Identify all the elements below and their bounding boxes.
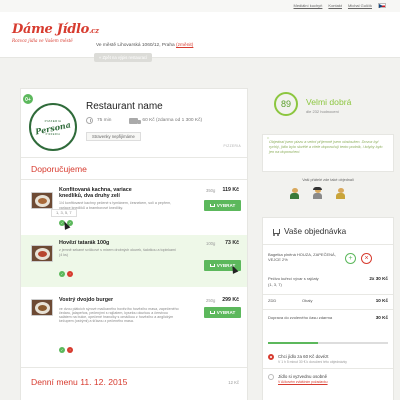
review-quote: “ Objednal jsem pizzu a velmi příjemně j… [262,134,394,172]
order-row: ZDD Obaly 10 Kč [268,298,388,303]
delivery-progress-bar [268,342,388,344]
cart-icon [209,264,215,268]
friends-label: Vaši přátelé zde také objednali [302,178,354,182]
pizzeria-label: PIZZERIA [223,144,241,148]
pickup-option-label[interactable]: Jídlo si vyzvednu osobně [278,374,327,379]
divider [263,294,393,295]
item-description: 1/4 konfitované kachny pečené s tymiánem… [59,201,172,210]
spicy-icon[interactable]: ! [67,271,73,277]
review-text: Objednal jsem pizzu a velmi příjemně jse… [269,140,383,154]
add-to-cart-button[interactable]: VYBRAT [204,307,241,318]
item-description: ve dvou plátcích sýrové mačkaného hovězí… [59,307,179,323]
divider [263,244,393,245]
rating-count[interactable]: dle 232 hodnocení [306,109,339,114]
daily-menu-title: Denní menu 11. 12. 2015 [31,377,128,387]
divider [21,157,247,158]
allergen-icons: ✓ ! [59,347,73,353]
item-weight: 250g [206,298,216,303]
avatar[interactable] [313,187,322,199]
add-to-cart-button[interactable]: VYBRAT [204,200,241,211]
delivery-progress-fill [268,342,319,344]
delivery-radio[interactable] [268,354,274,360]
item-name: Hovězí tatarák 100g [59,240,110,246]
cart-icon [273,229,280,236]
delivery-option-label[interactable]: Chci jídlo za 60 Kč dovézt [278,354,329,359]
top-link-contact[interactable]: Kontakt [328,3,342,8]
order-row: Doprava do zvoleného času zdarma [268,315,333,320]
top-link-media[interactable]: Mediální kuchyň [294,3,323,8]
item-price: 119 Kč [222,187,239,193]
cart-icon [209,311,215,315]
rating-score: 89 [274,92,298,116]
food-image[interactable] [31,192,53,209]
logo-tagline: Rozvoz jídla ve Vašem městě [12,38,73,43]
rating-label: Velmi dobrá [306,97,352,107]
logo-wordmark: Dáme Jídlo.cz [12,22,99,37]
avatar[interactable] [290,188,299,199]
order-title: Vaše objednávka [273,227,346,236]
site-logo[interactable]: Dáme Jídlo.cz Rozvoz jídla ve Vašem měst… [12,22,99,43]
delivery-option-note: V 1 h 5 minut 30 € k doručení této objed… [278,360,347,364]
menu-item: Hovězí tatarák 100g z jemně sekané svíčk… [21,235,247,287]
delivery-address: Ve městě Lihovarská 1060/12, Praha (změn… [96,43,194,48]
czech-flag-icon[interactable] [378,3,386,8]
menu-item: Konfitovaná kachna, variace knedlíků, dv… [21,182,247,232]
order-item-name: Bagetka plněná HOUZA, ZAPEČENÁ, VEJCE 2% [268,252,336,262]
remove-item-button[interactable]: × [361,253,372,264]
header: Dáme Jídlo.cz Rozvoz jídla ve Vašem měst… [0,12,400,62]
allergen-tooltip: 1, 3, 5, 7 [51,209,77,217]
item-weight: 100g [206,241,216,246]
back-to-restaurants-button[interactable]: « Zpět na výpis restaurací [94,53,153,62]
divider [21,367,247,368]
item-price: 73 Kč [225,240,239,246]
meal-vouchers-button[interactable]: Stravenky nepřijímáme [86,132,141,141]
divider [263,368,393,369]
restaurant-meta: 75 min 60 Kč (zdarma od 1 300 Kč) [86,117,202,124]
top-links: Mediální kuchyň Kontakt Michal Gulčík [294,3,386,8]
menu-item: Vostrý dvojdo burger ve dvou plátcích sý… [21,289,247,361]
item-price: 299 Kč [222,297,239,303]
item-description: z jemně sekané svíčkové s mixem drobných… [59,248,176,257]
item-weight: 350g [206,188,216,193]
divider [263,309,393,310]
item-name: Konfitovaná kachna, variace knedlíků, dv… [59,187,132,200]
restaurant-name: Restaurant name [86,101,163,112]
new-badge: 0+ [22,93,34,105]
restaurant-logo: PIZZERIA Persona PIZZERIA [29,103,77,151]
delivery-price: 60 Kč (zdarma od 1 300 Kč) [142,118,203,123]
pickup-option-note[interactable]: V Ačkovém zvláštním požadavku [278,380,328,384]
allergen-icon[interactable]: ✓ [59,347,65,353]
spicy-icon[interactable]: ! [67,347,73,353]
top-link-user[interactable]: Michal Gulčík [348,3,372,8]
item-name: Vostrý dvojdo burger [59,297,114,303]
daily-menu-price: 12 Kč [228,380,239,385]
divider [21,179,247,180]
delivery-time: 75 min [97,118,112,123]
order-panel: Vaše objednávka Bagetka plněná HOUZA, ZA… [262,217,394,400]
pickup-radio[interactable] [268,374,274,380]
allergen-icons: ✓ ! [59,271,73,277]
friends-avatars [290,187,345,199]
restaurant-card: PIZZERIA Persona PIZZERIA Restaurant nam… [20,88,248,400]
allergen-icon[interactable]: ✓ [59,271,65,277]
increase-quantity-button[interactable]: + [345,253,356,264]
top-bar: Mediální kuchyň Kontakt Michal Gulčík [0,0,400,12]
delivery-truck-icon [129,117,142,124]
avatar[interactable] [336,188,345,199]
order-row: Pečivo kuřecí vývar s rajčaty 2x 30 Kč [268,276,388,281]
rating-panel: 89 Velmi dobrá dle 232 hodnocení [270,88,388,128]
clock-icon [86,117,93,124]
food-image[interactable] [31,299,53,316]
recommended-title: Doporučujeme [31,164,87,174]
food-image[interactable] [31,245,53,262]
cart-icon [209,204,215,208]
change-address-link[interactable]: (změnit) [176,43,193,48]
